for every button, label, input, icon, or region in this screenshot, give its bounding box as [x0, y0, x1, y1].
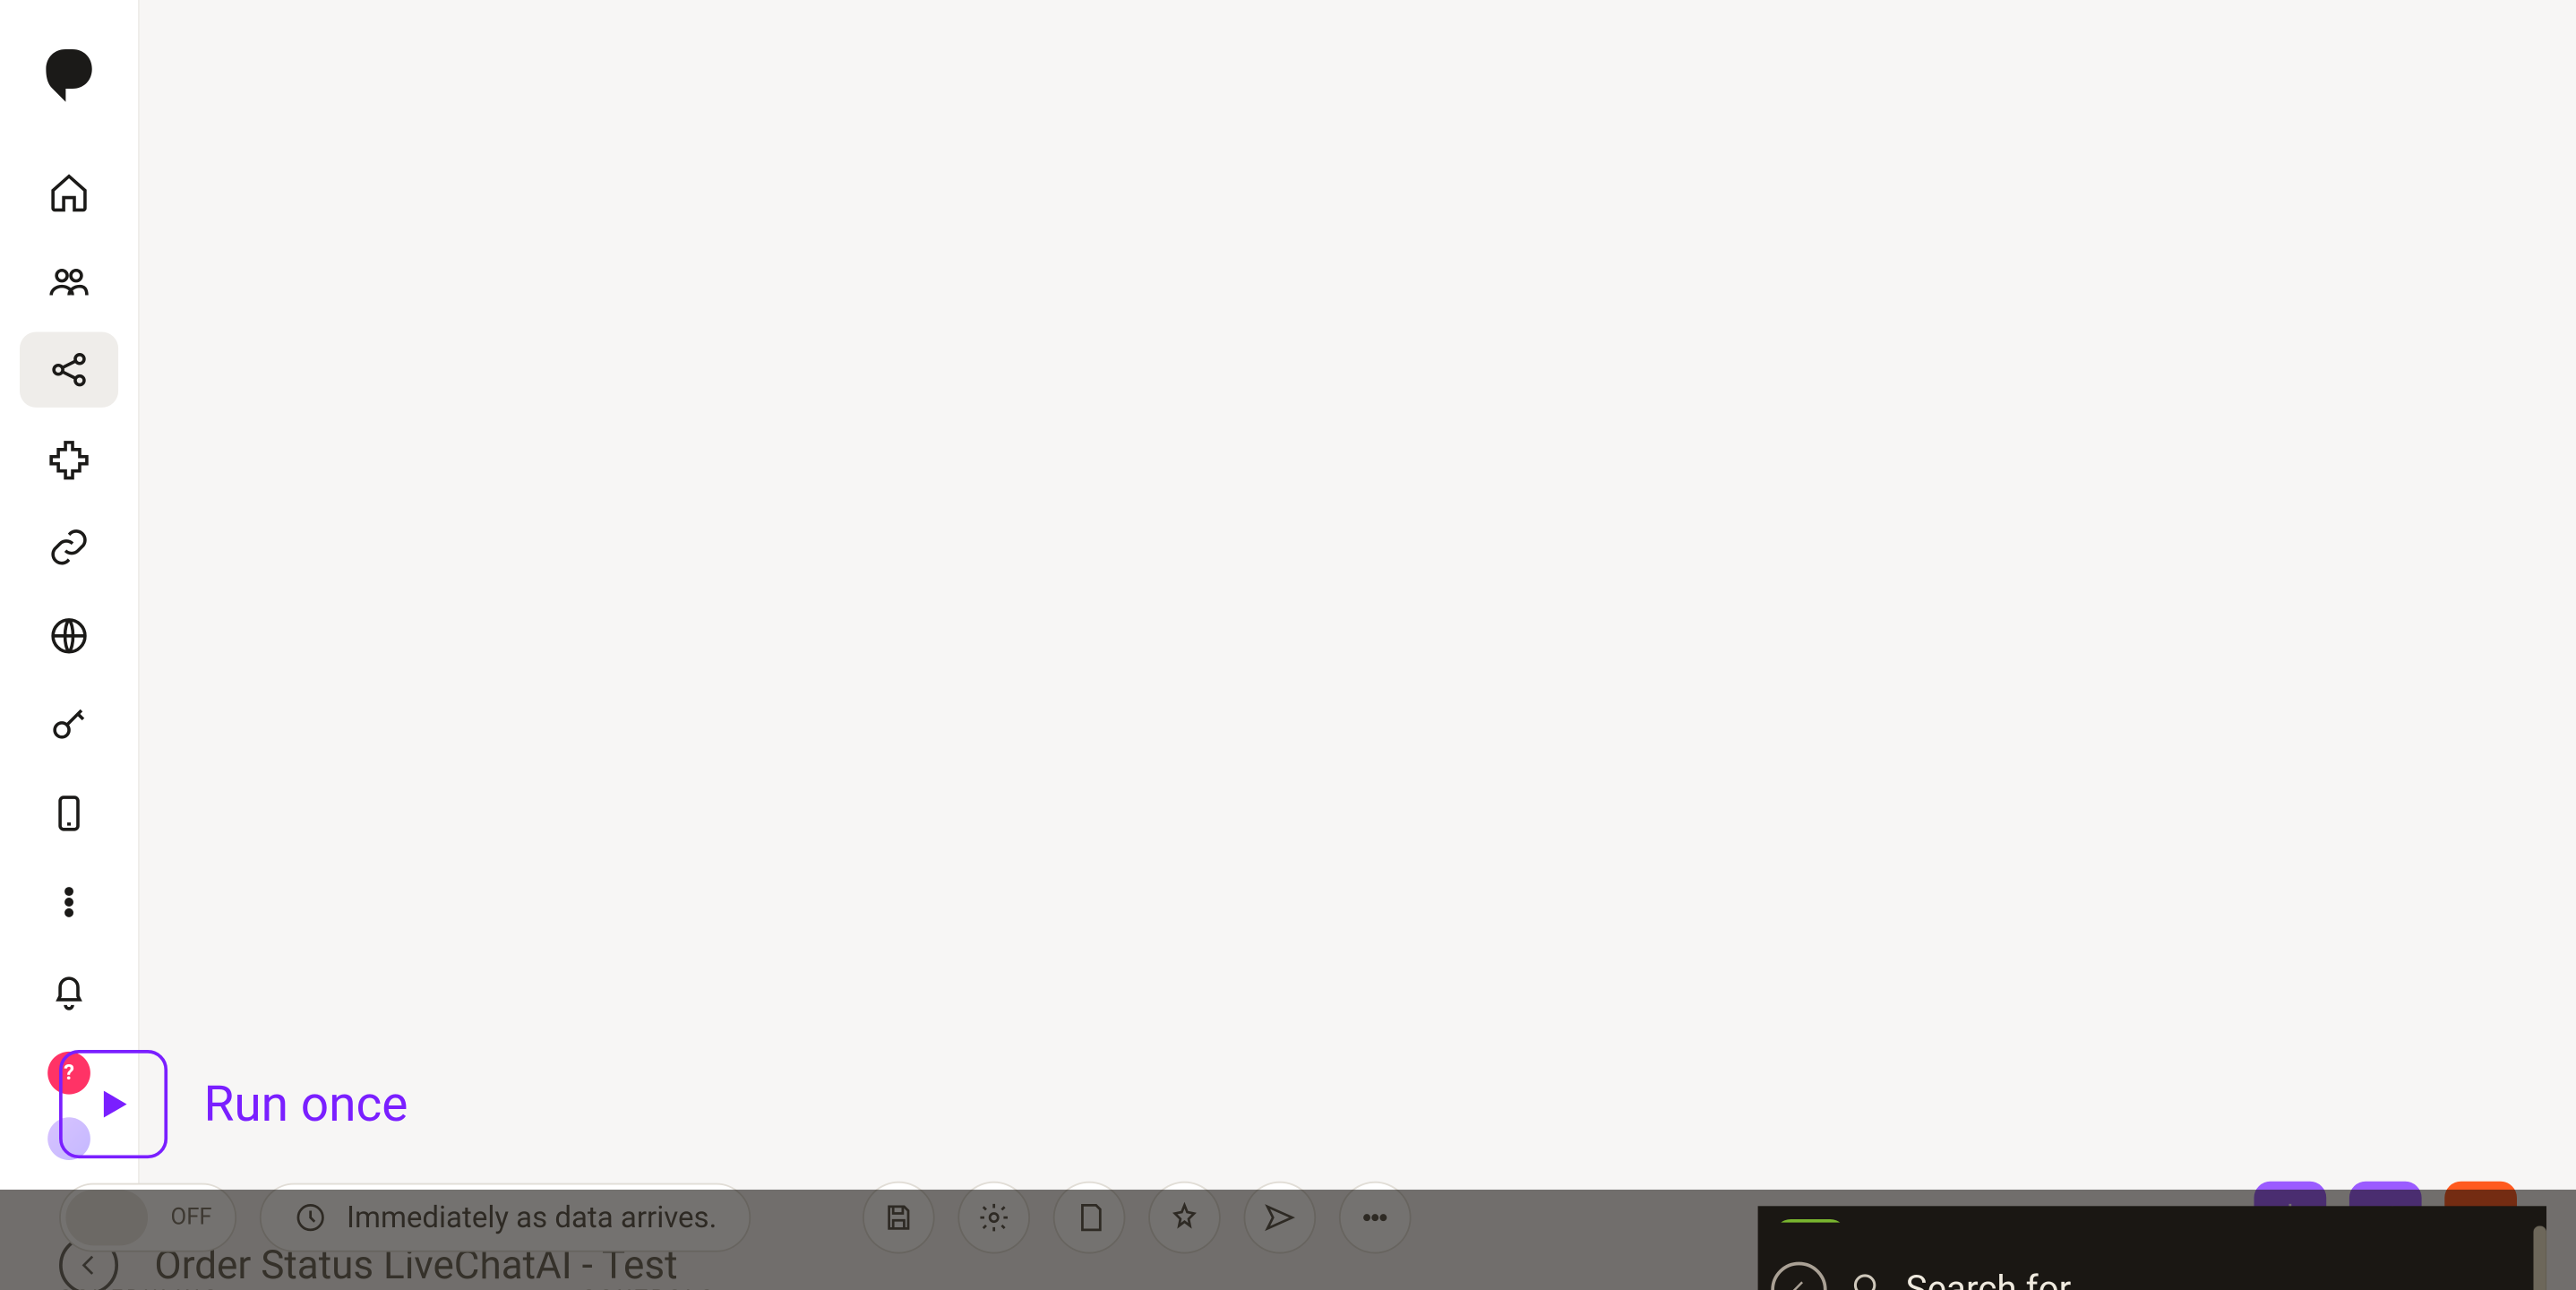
nav-more[interactable]	[20, 864, 118, 940]
module-search-panel: Search for PagesSearches for pages.Searc…	[1758, 1206, 2546, 1290]
nav-mobile[interactable]	[20, 776, 118, 851]
search-result-item[interactable]: Search for PagesSearches for pages.	[1758, 1206, 2530, 1222]
left-rail: ?	[0, 0, 140, 1190]
app-logo	[30, 30, 108, 108]
search-results-list: Search for PagesSearches for pages.Searc…	[1758, 1206, 2530, 1222]
scrollbar-thumb[interactable]	[2533, 1226, 2546, 1290]
module-search-input[interactable]	[1906, 1269, 2517, 1290]
nav-home[interactable]	[20, 154, 118, 229]
panel-back-button[interactable]	[1771, 1262, 1826, 1290]
shopify-icon	[1774, 1219, 1847, 1223]
nav-team[interactable]	[20, 243, 118, 318]
nav-share[interactable]	[20, 332, 118, 408]
nav-links[interactable]	[20, 510, 118, 585]
run-once-label: Run once	[203, 1075, 408, 1132]
nav-globe[interactable]	[20, 598, 118, 674]
result-title: Search for Pages	[1873, 1219, 2513, 1223]
nav-notifications[interactable]	[20, 953, 118, 1028]
search-icon	[1850, 1270, 1883, 1290]
nav-plugins[interactable]	[20, 421, 118, 496]
run-once-button[interactable]	[59, 1050, 167, 1158]
scenario-canvas: Order Status LiveChatAI - Test 1 Webhook…	[0, 1190, 2576, 1290]
nav-keys[interactable]	[20, 687, 118, 762]
